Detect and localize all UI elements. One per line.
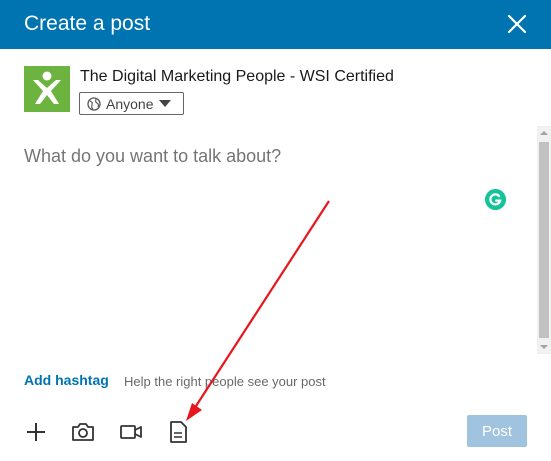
- hashtag-row: Add hashtag Help the right people see yo…: [24, 372, 524, 390]
- author-name: The Digital Marketing People - WSI Certi…: [80, 68, 394, 85]
- post-editor[interactable]: What do you want to talk about?: [24, 140, 529, 360]
- video-icon[interactable]: [119, 420, 143, 444]
- close-icon: [507, 14, 527, 34]
- document-icon[interactable]: [166, 420, 190, 444]
- scroll-thumb[interactable]: [539, 142, 549, 338]
- post-button[interactable]: Post: [467, 415, 527, 447]
- dialog-title: Create a post: [24, 12, 151, 35]
- caret-down-icon: [159, 99, 172, 107]
- hashtag-hint: Help the right people see your post: [124, 374, 326, 389]
- plus-icon[interactable]: [24, 420, 48, 444]
- close-button[interactable]: [503, 10, 531, 38]
- visibility-dropdown[interactable]: Anyone: [79, 92, 184, 115]
- editor-scrollbar[interactable]: [537, 126, 551, 354]
- company-logo: [24, 66, 70, 112]
- grammarly-icon[interactable]: [485, 189, 506, 210]
- camera-icon[interactable]: [71, 420, 95, 444]
- globe-icon: [87, 96, 101, 111]
- dialog-header: Create a post: [0, 0, 551, 49]
- scroll-up-icon[interactable]: [537, 126, 551, 140]
- add-hashtag-link[interactable]: Add hashtag: [24, 372, 109, 388]
- scroll-down-icon[interactable]: [537, 340, 551, 354]
- editor-placeholder: What do you want to talk about?: [24, 146, 282, 166]
- visibility-label: Anyone: [106, 95, 154, 112]
